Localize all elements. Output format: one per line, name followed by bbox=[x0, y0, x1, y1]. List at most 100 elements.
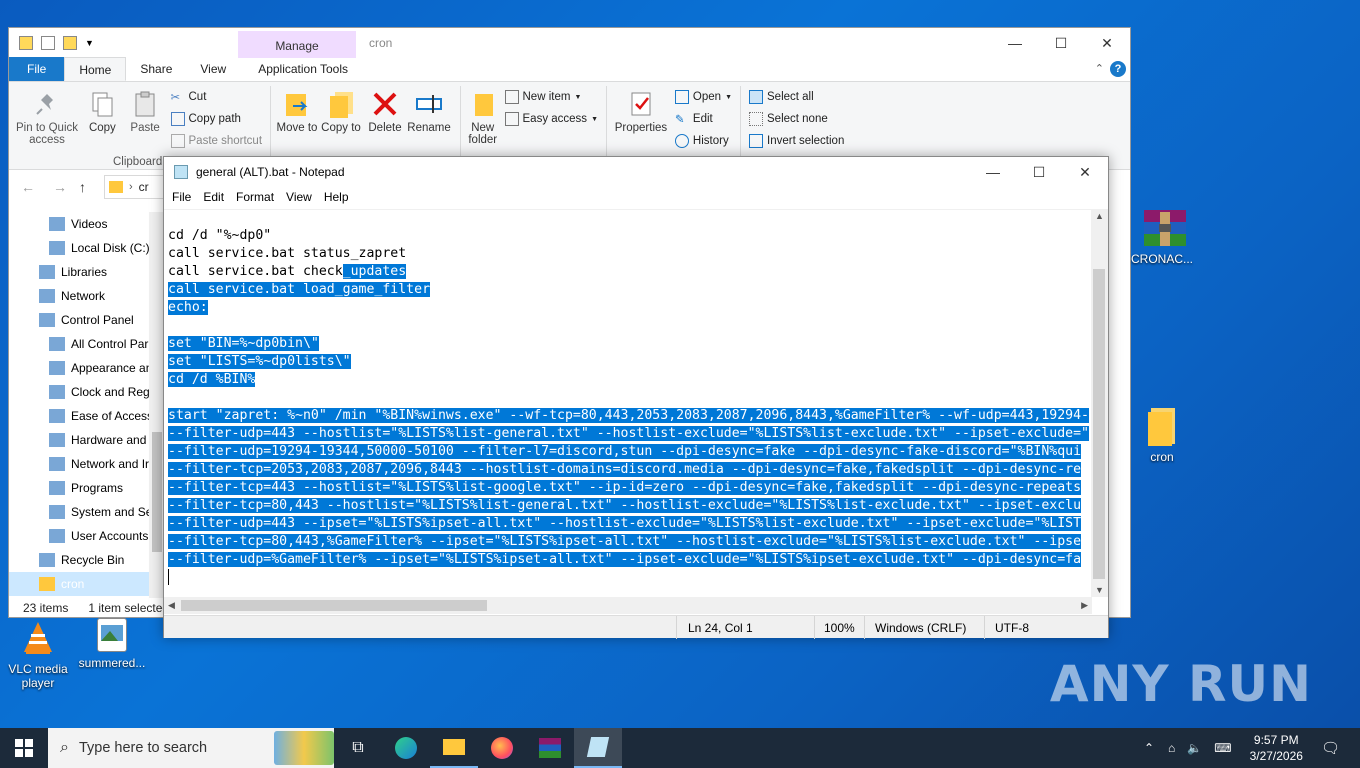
close-button[interactable]: ✕ bbox=[1062, 157, 1108, 187]
network-icon[interactable]: ⌂ bbox=[1168, 741, 1175, 755]
nav-item[interactable]: Recycle Bin bbox=[9, 548, 157, 572]
nav-item[interactable]: System and Se bbox=[9, 500, 157, 524]
cut-button[interactable]: ✂ Cut bbox=[171, 88, 263, 106]
nav-item[interactable]: Local Disk (C:) bbox=[9, 236, 157, 260]
select-none-button[interactable]: Select none bbox=[749, 110, 844, 128]
pin-to-quick-access-button[interactable]: Pin to Quick access bbox=[13, 86, 81, 168]
minimize-button[interactable]: — bbox=[992, 28, 1038, 58]
taskbar-notepad[interactable] bbox=[574, 728, 622, 768]
menu-format[interactable]: Format bbox=[230, 190, 280, 204]
nav-item[interactable]: Libraries bbox=[9, 260, 157, 284]
history-button[interactable]: History bbox=[674, 132, 732, 150]
tab-share[interactable]: Share bbox=[126, 57, 186, 81]
menu-file[interactable]: File bbox=[166, 190, 197, 204]
minimize-button[interactable]: — bbox=[970, 157, 1016, 187]
nav-item[interactable]: Control Panel bbox=[9, 308, 157, 332]
desktop-icon-cron[interactable]: cron bbox=[1124, 406, 1200, 464]
notepad-titlebar: general (ALT).bat - Notepad — ☐ ✕ bbox=[164, 157, 1108, 187]
select-all-button[interactable]: Select all bbox=[749, 88, 844, 106]
menu-edit[interactable]: Edit bbox=[197, 190, 230, 204]
scroll-down-icon[interactable]: ▼ bbox=[1095, 585, 1104, 595]
text-line: call service.bat check_updates bbox=[168, 263, 1089, 281]
taskbar-edge[interactable] bbox=[382, 728, 430, 768]
open-button[interactable]: Open ▼ bbox=[674, 88, 732, 106]
text-line-selected: --filter-tcp=443 --hostlist="%LISTS%list… bbox=[168, 480, 1082, 495]
explorer-status-bar: 23 items 1 item selected bbox=[23, 601, 169, 615]
pin-icon bbox=[33, 90, 61, 118]
forward-arrow-icon[interactable]: → bbox=[53, 179, 67, 195]
taskbar-file-explorer[interactable] bbox=[430, 728, 478, 768]
taskbar-winrar[interactable] bbox=[526, 728, 574, 768]
maximize-button[interactable]: ☐ bbox=[1016, 157, 1062, 187]
nav-item[interactable]: Network bbox=[9, 284, 157, 308]
new-folder-icon[interactable] bbox=[63, 36, 77, 50]
volume-icon[interactable]: 🔈 bbox=[1187, 741, 1202, 755]
tab-view[interactable]: View bbox=[186, 57, 240, 81]
menu-view[interactable]: View bbox=[280, 190, 318, 204]
desktop-icon-vlc[interactable]: VLC media player bbox=[0, 618, 76, 690]
text-line bbox=[168, 317, 1089, 335]
desktop-icon-summered[interactable]: summered... bbox=[74, 618, 150, 670]
nav-item-icon bbox=[39, 313, 55, 327]
maximize-button[interactable]: ☐ bbox=[1038, 28, 1084, 58]
desktop-icon-cronac[interactable]: CRONAC... bbox=[1124, 208, 1200, 266]
keyboard-icon[interactable]: ⌨ bbox=[1214, 741, 1231, 755]
nav-item[interactable]: Ease of Access bbox=[9, 404, 157, 428]
help-icon[interactable]: ? bbox=[1110, 61, 1126, 77]
nav-item[interactable]: Programs bbox=[9, 476, 157, 500]
new-item-button[interactable]: New item ▼ bbox=[504, 88, 599, 106]
vertical-scrollbar-thumb[interactable] bbox=[1093, 269, 1105, 579]
edit-button[interactable]: ✎ Edit bbox=[675, 110, 732, 128]
horizontal-scrollbar-thumb[interactable] bbox=[181, 600, 487, 611]
taskbar: ⌕ Type here to search ⧉ ⌃ ⌂ 🔈 ⌨ 9:57 PM … bbox=[0, 728, 1360, 768]
scroll-right-icon[interactable]: ▶ bbox=[1081, 600, 1088, 611]
close-button[interactable]: ✕ bbox=[1084, 28, 1130, 58]
nav-item[interactable]: Videos bbox=[9, 212, 157, 236]
notifications-icon[interactable]: 🗨 bbox=[1321, 739, 1340, 757]
tab-home[interactable]: Home bbox=[64, 57, 127, 81]
clock[interactable]: 9:57 PM 3/27/2026 bbox=[1250, 732, 1303, 764]
invert-selection-button[interactable]: Invert selection bbox=[749, 132, 844, 150]
scroll-left-icon[interactable]: ◀ bbox=[168, 600, 175, 611]
vertical-scrollbar[interactable]: ▲ ▼ bbox=[1091, 209, 1108, 597]
taskbar-search[interactable]: ⌕ Type here to search bbox=[48, 728, 334, 768]
address-bar[interactable]: › cr bbox=[104, 175, 164, 199]
nav-item[interactable]: Hardware and bbox=[9, 428, 157, 452]
nav-item-label: Appearance an bbox=[71, 361, 153, 375]
nav-scrollbar-thumb[interactable] bbox=[152, 432, 162, 552]
nav-item-icon bbox=[49, 457, 65, 471]
easy-access-button[interactable]: Easy access ▼ bbox=[504, 110, 598, 128]
back-arrow-icon[interactable]: ← bbox=[21, 179, 35, 195]
manage-context-tab[interactable]: Manage bbox=[238, 31, 356, 58]
text-editor[interactable]: cd /d "%~dp0" call service.bat status_zap… bbox=[164, 209, 1092, 597]
taskbar-firefox[interactable] bbox=[478, 728, 526, 768]
nav-item[interactable]: Clock and Regi bbox=[9, 380, 157, 404]
status-separator bbox=[864, 616, 865, 639]
nav-item[interactable]: cron bbox=[9, 572, 157, 596]
scroll-up-icon[interactable]: ▲ bbox=[1095, 211, 1104, 221]
nav-item[interactable]: User Accounts bbox=[9, 524, 157, 548]
chevron-down-icon[interactable]: ▼ bbox=[85, 38, 94, 48]
copy-icon bbox=[88, 90, 116, 118]
nav-item-label: Libraries bbox=[61, 265, 108, 279]
nav-item[interactable]: All Control Par bbox=[9, 332, 157, 356]
menu-help[interactable]: Help bbox=[318, 190, 355, 204]
chevron-up-icon[interactable]: ⌃ bbox=[1144, 741, 1154, 755]
up-arrow-icon[interactable]: ↑ bbox=[79, 179, 86, 195]
ribbon-tabs: File Home Share View Application Tools ⌃… bbox=[9, 57, 1130, 82]
properties-icon[interactable] bbox=[41, 36, 55, 50]
collapse-ribbon-icon[interactable]: ⌃ bbox=[1095, 62, 1104, 75]
invert-selection-icon bbox=[749, 134, 763, 148]
start-button[interactable] bbox=[0, 728, 48, 768]
copy-path-button[interactable]: Copy path bbox=[170, 110, 263, 128]
nav-item[interactable]: Appearance an bbox=[9, 356, 157, 380]
nav-item[interactable]: Network and Ir bbox=[9, 452, 157, 476]
horizontal-scrollbar[interactable]: ◀ ▶ bbox=[164, 597, 1092, 614]
tab-file[interactable]: File bbox=[9, 57, 65, 81]
task-view-button[interactable]: ⧉ bbox=[334, 728, 382, 768]
vlc-icon bbox=[18, 618, 58, 658]
nav-item-icon bbox=[49, 481, 65, 495]
tab-application-tools[interactable]: Application Tools bbox=[244, 57, 362, 81]
text-line: call service.bat load_game_filter bbox=[168, 281, 1089, 299]
paste-shortcut-button[interactable]: Paste shortcut bbox=[170, 132, 262, 150]
